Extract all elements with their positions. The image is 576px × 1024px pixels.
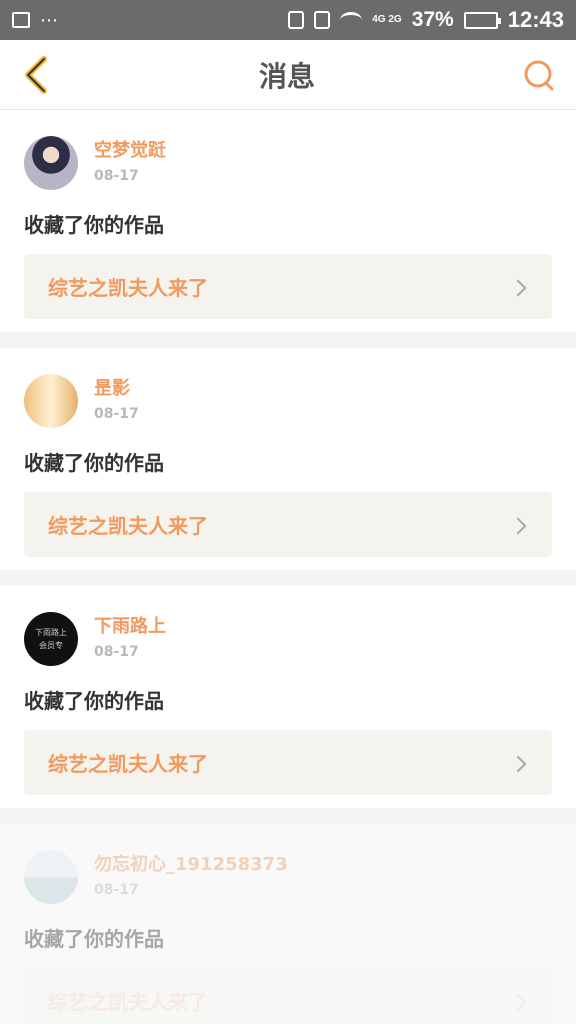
message-header: 下雨路上 会员专 下雨路上 08-17 bbox=[24, 586, 552, 668]
work-link[interactable]: 综艺之凯夫人来了 bbox=[24, 730, 552, 795]
message-card: 勿忘初心_191258373 08-17 收藏了你的作品 综艺之凯夫人来了 bbox=[0, 824, 576, 1024]
search-button[interactable] bbox=[520, 56, 558, 94]
user-info: 空梦觉跹 08-17 bbox=[94, 140, 166, 187]
top-navigation-bar: 消息 bbox=[0, 40, 576, 110]
user-name[interactable]: 下雨路上 bbox=[94, 616, 166, 638]
wifi-icon bbox=[340, 12, 363, 28]
message-date: 08-17 bbox=[94, 167, 139, 184]
message-card: 下雨路上 会员专 下雨路上 08-17 收藏了你的作品 综艺之凯夫人来了 bbox=[0, 586, 576, 808]
work-title: 综艺之凯夫人来了 bbox=[48, 752, 208, 776]
battery-icon bbox=[463, 11, 501, 29]
message-card: 昰影 08-17 收藏了你的作品 综艺之凯夫人来了 bbox=[0, 348, 576, 570]
battery-percent: 37% bbox=[411, 8, 454, 31]
message-action: 收藏了你的作品 bbox=[24, 450, 164, 475]
message-card: 空梦觉跹 08-17 收藏了你的作品 综艺之凯夫人来了 bbox=[0, 110, 576, 332]
more-icon: ⋯ bbox=[40, 9, 59, 31]
avatar[interactable]: 下雨路上 会员专 bbox=[24, 612, 78, 666]
image-icon bbox=[12, 12, 30, 28]
portrait-icon bbox=[314, 11, 331, 29]
status-left: ⋯ bbox=[12, 10, 59, 31]
message-list: 空梦觉跹 08-17 收藏了你的作品 综艺之凯夫人来了 昰影 08-17 收藏了… bbox=[0, 110, 576, 1024]
network-label: 4G 2G bbox=[372, 14, 402, 25]
message-action: 收藏了你的作品 bbox=[24, 212, 164, 237]
message-action: 收藏了你的作品 bbox=[24, 688, 164, 713]
user-name[interactable]: 勿忘初心_191258373 bbox=[94, 854, 288, 876]
avatar[interactable] bbox=[24, 850, 78, 904]
work-link[interactable]: 综艺之凯夫人来了 bbox=[24, 968, 552, 1024]
message-date: 08-17 bbox=[94, 405, 139, 422]
message-date: 08-17 bbox=[94, 881, 139, 898]
chevron-right-icon bbox=[510, 278, 528, 296]
search-icon bbox=[524, 60, 554, 90]
user-name[interactable]: 昰影 bbox=[94, 378, 139, 400]
status-right: 4G 2G 37% 12:43 bbox=[288, 7, 564, 33]
user-info: 下雨路上 08-17 bbox=[94, 616, 166, 663]
message-date: 08-17 bbox=[94, 643, 139, 660]
work-title: 综艺之凯夫人来了 bbox=[48, 990, 208, 1014]
message-action: 收藏了你的作品 bbox=[24, 926, 164, 951]
back-button[interactable] bbox=[18, 53, 54, 97]
work-title: 综艺之凯夫人来了 bbox=[48, 276, 208, 300]
touch-icon bbox=[288, 11, 305, 29]
avatar-text-line-2: 会员专 bbox=[39, 641, 63, 650]
chevron-right-icon bbox=[510, 516, 528, 534]
avatar-text-line-1: 下雨路上 bbox=[35, 628, 67, 637]
avatar[interactable] bbox=[24, 374, 78, 428]
message-header: 空梦觉跹 08-17 bbox=[24, 110, 552, 192]
chevron-left-icon bbox=[25, 55, 47, 94]
user-info: 勿忘初心_191258373 08-17 bbox=[94, 854, 288, 901]
message-header: 昰影 08-17 bbox=[24, 348, 552, 430]
work-link[interactable]: 综艺之凯夫人来了 bbox=[24, 492, 552, 557]
chevron-right-icon bbox=[510, 992, 528, 1010]
status-bar: ⋯ 4G 2G 37% 12:43 bbox=[0, 0, 576, 40]
chevron-right-icon bbox=[510, 754, 528, 772]
page-title: 消息 bbox=[258, 59, 315, 93]
clock: 12:43 bbox=[507, 7, 564, 32]
work-title: 综艺之凯夫人来了 bbox=[48, 514, 208, 538]
message-header: 勿忘初心_191258373 08-17 bbox=[24, 824, 552, 906]
user-name[interactable]: 空梦觉跹 bbox=[94, 140, 166, 162]
avatar[interactable] bbox=[24, 136, 78, 190]
user-info: 昰影 08-17 bbox=[94, 378, 139, 425]
work-link[interactable]: 综艺之凯夫人来了 bbox=[24, 254, 552, 319]
